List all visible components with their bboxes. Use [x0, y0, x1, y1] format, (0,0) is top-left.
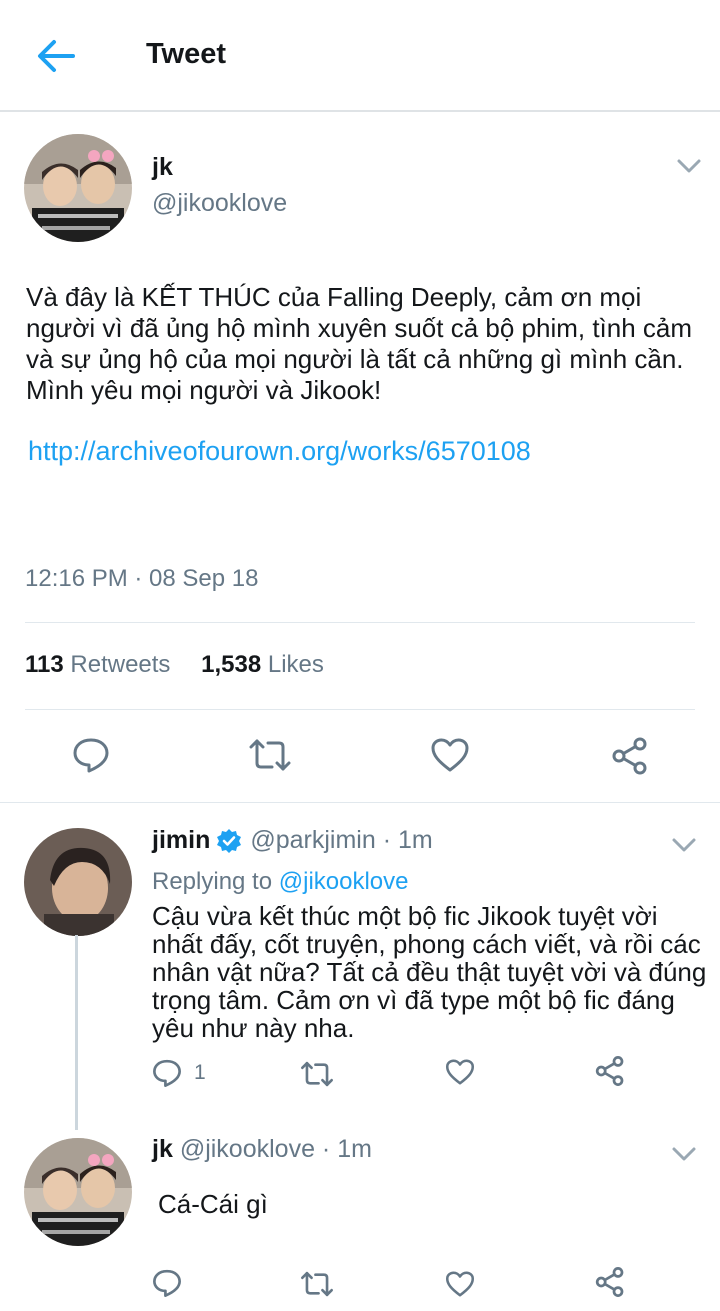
chevron-down-icon[interactable] [670, 835, 698, 855]
reply-button[interactable] [72, 736, 110, 774]
avatar[interactable] [24, 828, 132, 936]
reply-text: Cậu vừa kết thúc một bộ fic Jikook tuyệt… [152, 901, 707, 1043]
retweet-icon [249, 739, 291, 771]
thread-connector [75, 935, 78, 1130]
heart-icon [445, 1059, 475, 1085]
divider [25, 709, 695, 710]
reply-time: · 1m [382, 826, 433, 854]
share-button[interactable] [610, 736, 650, 776]
share-icon [595, 1056, 624, 1086]
replying-to-handle[interactable]: @jikooklove [279, 868, 409, 895]
retweet-button[interactable] [300, 1270, 334, 1298]
share-icon [595, 1267, 624, 1297]
reply-time: · 1m [321, 1135, 372, 1163]
replying-to: Replying to @jikooklove [152, 868, 409, 896]
likes-stat[interactable]: 1,538 Likes [201, 651, 324, 678]
avatar[interactable] [24, 1138, 132, 1246]
likes-count: 1,538 [201, 651, 262, 678]
reply-author-name[interactable]: jk [152, 1135, 173, 1163]
heart-icon [445, 1271, 475, 1297]
page-title: Tweet [146, 38, 227, 70]
speech-bubble-icon [73, 738, 109, 773]
divider [25, 622, 695, 623]
chevron-down-icon[interactable] [670, 1144, 698, 1164]
reply-author-name[interactable]: jimin [152, 826, 210, 854]
tweet-stats: 113 Retweets 1,538 Likes [25, 651, 324, 679]
chevron-down-icon[interactable] [675, 156, 703, 176]
reply-header: jimin @parkjimin · 1m [152, 826, 433, 855]
speech-bubble-icon [153, 1059, 181, 1087]
avatar[interactable] [24, 134, 132, 242]
retweet-icon [301, 1271, 333, 1297]
replying-to-label: Replying to [152, 868, 273, 895]
author-handle[interactable]: @jikooklove [152, 189, 287, 218]
like-button[interactable] [445, 1270, 475, 1298]
reply-count: 1 [194, 1061, 206, 1084]
reply-button[interactable]: 1 [152, 1058, 206, 1088]
tweet-timestamp[interactable]: 12:16 PM · 08 Sep 18 [25, 565, 258, 593]
reply-author-handle[interactable]: @jikooklove [180, 1135, 315, 1163]
heart-icon [431, 738, 469, 772]
reply-header: jk @jikooklove · 1m [152, 1135, 372, 1164]
retweets-count: 113 [25, 651, 64, 678]
retweets-label: Retweets [70, 651, 171, 678]
share-button[interactable] [594, 1266, 626, 1298]
header-bar: Tweet [0, 0, 720, 112]
author-name[interactable]: jk [152, 153, 173, 182]
verified-badge-icon [216, 828, 242, 854]
tweet-text: Và đây là KẾT THÚC của Falling Deeply, c… [26, 282, 693, 405]
likes-label: Likes [267, 651, 324, 678]
retweet-stat[interactable]: 113 Retweets [25, 651, 170, 678]
like-button[interactable] [430, 737, 470, 773]
retweet-icon [301, 1061, 333, 1087]
retweet-button[interactable] [248, 737, 292, 773]
arrow-left-icon[interactable] [36, 38, 76, 74]
reply-button[interactable] [152, 1268, 182, 1298]
retweet-button[interactable] [300, 1060, 334, 1088]
share-icon [612, 737, 647, 775]
like-button[interactable] [445, 1058, 475, 1086]
tweet-link[interactable]: http://archiveofourown.org/works/6570108 [28, 436, 531, 467]
share-button[interactable] [594, 1055, 626, 1087]
divider [0, 802, 720, 803]
reply-author-handle[interactable]: @parkjimin [250, 826, 375, 854]
speech-bubble-icon [153, 1269, 181, 1297]
reply-text: Cá-Cái gì [158, 1189, 268, 1219]
